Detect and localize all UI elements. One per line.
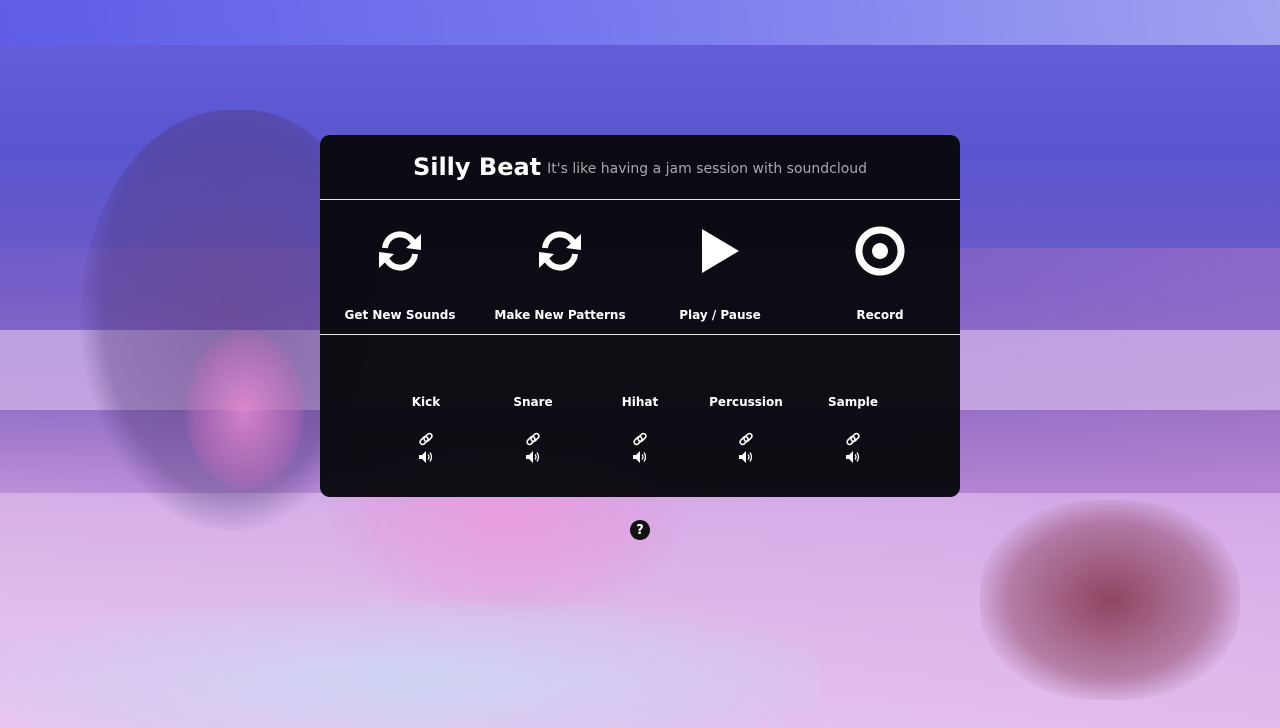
make-new-patterns-label: Make New Patterns <box>494 308 626 322</box>
refresh-icon <box>372 223 428 279</box>
play-pause-button[interactable]: Play / Pause <box>640 200 800 334</box>
tracks-section: Kick Snare Hihat Percussion Sample <box>320 335 960 497</box>
volume-icon[interactable] <box>419 451 433 463</box>
track-name: Kick <box>411 395 441 409</box>
link-icon[interactable] <box>738 431 754 447</box>
volume-icon[interactable] <box>739 451 753 463</box>
header: Silly Beat It's like having a jam sessio… <box>320 135 960 200</box>
play-icon <box>692 223 748 279</box>
volume-icon[interactable] <box>846 451 860 463</box>
link-icon[interactable] <box>525 431 541 447</box>
track-hihat: Hihat <box>585 395 695 463</box>
app-title: Silly Beat <box>412 153 542 181</box>
main-panel: Silly Beat It's like having a jam sessio… <box>320 135 960 497</box>
help-icon[interactable]: ? <box>630 520 650 540</box>
link-icon[interactable] <box>418 431 434 447</box>
track-snare: Snare <box>478 395 588 463</box>
app-subtitle: It's like having a jam session with soun… <box>547 161 868 177</box>
track-kick: Kick <box>371 395 481 463</box>
track-sample: Sample <box>798 395 908 463</box>
refresh-icon <box>532 223 588 279</box>
volume-icon[interactable] <box>633 451 647 463</box>
track-name: Snare <box>513 395 553 409</box>
get-new-sounds-button[interactable]: Get New Sounds <box>320 200 480 334</box>
get-new-sounds-label: Get New Sounds <box>344 308 456 322</box>
volume-icon[interactable] <box>526 451 540 463</box>
track-name: Sample <box>827 395 879 409</box>
controls-bar: Get New Sounds Make New Patterns Play / … <box>320 200 960 335</box>
record-label: Record <box>856 308 904 322</box>
link-icon[interactable] <box>845 431 861 447</box>
make-new-patterns-button[interactable]: Make New Patterns <box>480 200 640 334</box>
track-percussion: Percussion <box>691 395 801 463</box>
record-button[interactable]: Record <box>800 200 960 334</box>
play-pause-label: Play / Pause <box>679 308 761 322</box>
track-name: Hihat <box>621 395 659 409</box>
help-glyph: ? <box>636 522 644 538</box>
record-icon <box>852 223 908 279</box>
link-icon[interactable] <box>632 431 648 447</box>
track-name: Percussion <box>709 395 783 409</box>
